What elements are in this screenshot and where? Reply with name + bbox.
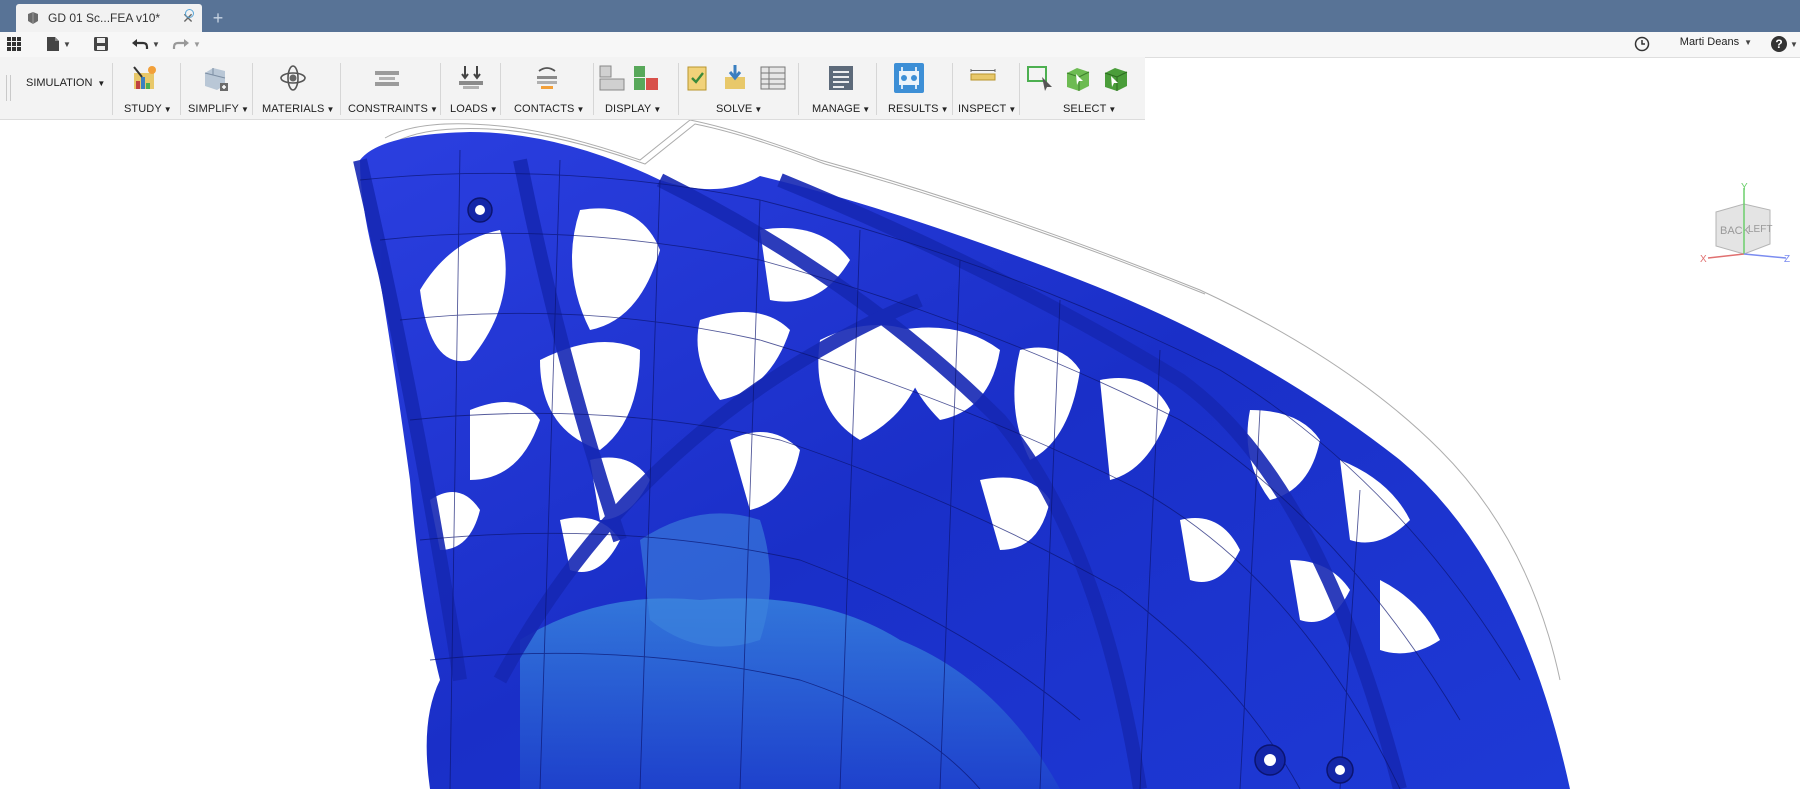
file-menu-button[interactable]: ▼ — [46, 34, 71, 54]
ribbon-group-loads[interactable]: LOADS ▼ — [444, 57, 498, 119]
chevron-down-icon: ▼ — [152, 39, 160, 49]
app-grid-icon — [7, 37, 21, 51]
chevron-down-icon: ▼ — [1790, 39, 1798, 49]
chevron-down-icon: ▼ — [97, 78, 106, 88]
ribbon-separator — [593, 63, 594, 115]
redo-icon — [172, 39, 189, 49]
workspace-label: SIMULATION — [26, 77, 93, 89]
user-name: Marti Deans — [1679, 36, 1740, 48]
axis-z-label: Z — [1784, 254, 1790, 265]
chevron-down-icon: ▼ — [63, 39, 71, 49]
document-tab[interactable]: GD 01 Sc...FEA v10* ✕ — [16, 4, 202, 32]
ribbon-separator — [252, 63, 253, 115]
help-icon: ? — [1771, 36, 1787, 52]
constraints-icon — [375, 71, 399, 86]
ribbon-group-label: SIMPLIFY ▼ — [188, 103, 249, 115]
manage-icon — [829, 66, 853, 90]
simplify-icon — [204, 68, 228, 91]
new-tab-button[interactable]: + — [206, 6, 230, 30]
select-priority-icon — [1104, 68, 1128, 91]
ribbon-group-label: LOADS ▼ — [450, 103, 498, 115]
ribbon-group-label: STUDY ▼ — [124, 103, 172, 115]
ribbon-group-select[interactable]: SELECT ▼ — [1023, 57, 1141, 119]
help-button[interactable]: ? ▼ — [1771, 34, 1798, 54]
ribbon-separator — [798, 63, 799, 115]
axis-x-label: X — [1700, 254, 1707, 265]
ribbon-group-label: CONTACTS ▼ — [514, 103, 585, 115]
ribbon-toolbar: SIMULATION ▼ STUDY ▼ SIMPLIFY ▼ MATERIAL… — [0, 57, 1145, 120]
ribbon-separator — [500, 63, 501, 115]
viewcube-face-back[interactable]: BACK — [1720, 225, 1751, 237]
file-icon — [47, 37, 59, 51]
axis-y-label: Y — [1741, 182, 1748, 193]
ribbon-group-constraints[interactable]: CONSTRAINTS ▼ — [344, 57, 438, 119]
contacts-icon — [537, 67, 557, 89]
select-body-icon — [1066, 68, 1090, 91]
ribbon-group-display[interactable]: DISPLAY ▼ — [597, 57, 674, 119]
loads-icon — [459, 66, 483, 89]
ribbon-separator — [440, 63, 441, 115]
job-status-grid-icon — [760, 66, 786, 90]
chevron-down-icon: ▼ — [1744, 37, 1752, 47]
quick-access-toolbar: ▼ ▼ ▼ Marti Deans ▼ ? ▼ — [0, 32, 1800, 58]
ribbon-group-label: DISPLAY ▼ — [605, 103, 662, 115]
ribbon-group-simplify[interactable]: SIMPLIFY ▼ — [184, 57, 249, 119]
ribbon-group-label: MATERIALS ▼ — [262, 103, 335, 115]
study-icon — [133, 66, 156, 89]
unsaved-indicator-icon — [185, 9, 194, 18]
ribbon-separator — [112, 63, 113, 115]
measure-icon — [970, 69, 996, 81]
ribbon-group-contacts[interactable]: CONTACTS ▼ — [504, 57, 590, 119]
ribbon-group-label: CONSTRAINTS ▼ — [348, 103, 438, 115]
workspace-switcher[interactable]: SIMULATION ▼ — [26, 77, 105, 89]
ribbon-group-solve[interactable]: SOLVE ▼ — [682, 57, 794, 119]
app-grid-button[interactable] — [6, 34, 22, 54]
viewcube[interactable]: BACK LEFT X Y Z — [1700, 182, 1792, 272]
ribbon-group-label: MANAGE ▼ — [812, 103, 871, 115]
redo-button[interactable]: ▼ — [172, 34, 201, 54]
ribbon-group-label: SOLVE ▼ — [716, 103, 763, 115]
ribbon-separator — [952, 63, 953, 115]
ribbon-group-study[interactable]: STUDY ▼ — [116, 57, 176, 119]
ribbon-group-results[interactable]: RESULTS ▼ — [880, 57, 950, 119]
ribbon-separator — [1019, 63, 1020, 115]
fea-result-model[interactable] — [0, 120, 1800, 789]
model-viewport[interactable]: BACK LEFT X Y Z — [0, 120, 1800, 789]
precheck-icon — [687, 66, 707, 91]
ribbon-separator — [678, 63, 679, 115]
display-results-icon — [634, 66, 658, 90]
job-status-button[interactable] — [1634, 34, 1650, 54]
ribbon-separator — [340, 63, 341, 115]
ribbon-group-label: SELECT ▼ — [1063, 103, 1117, 115]
ribbon-grip[interactable] — [6, 75, 11, 101]
window-select-icon — [1027, 66, 1052, 91]
ribbon-separator — [180, 63, 181, 115]
ribbon-group-label: INSPECT ▼ — [958, 103, 1017, 115]
undo-button[interactable]: ▼ — [131, 34, 160, 54]
document-tab-title: GD 01 Sc...FEA v10* — [48, 11, 161, 25]
document-icon — [28, 12, 38, 24]
ribbon-group-inspect[interactable]: INSPECT ▼ — [956, 57, 1016, 119]
title-bar: GD 01 Sc...FEA v10* ✕ + — [0, 0, 1800, 32]
save-icon — [94, 37, 108, 51]
solve-icon — [725, 65, 745, 89]
undo-icon — [132, 39, 149, 49]
save-button[interactable] — [93, 34, 109, 54]
ribbon-group-manage[interactable]: MANAGE ▼ — [802, 57, 872, 119]
ribbon-separator — [876, 63, 877, 115]
job-status-icon — [1634, 36, 1650, 52]
viewcube-face-left[interactable]: LEFT — [1748, 224, 1772, 235]
chevron-down-icon: ▼ — [193, 39, 201, 49]
ribbon-group-label: RESULTS ▼ — [888, 103, 949, 115]
display-split-icon — [599, 65, 625, 91]
materials-icon — [280, 65, 306, 91]
results-icon — [894, 63, 924, 93]
ribbon-group-materials[interactable]: MATERIALS ▼ — [256, 57, 336, 119]
user-menu[interactable]: Marti Deans ▼ — [1680, 36, 1752, 48]
